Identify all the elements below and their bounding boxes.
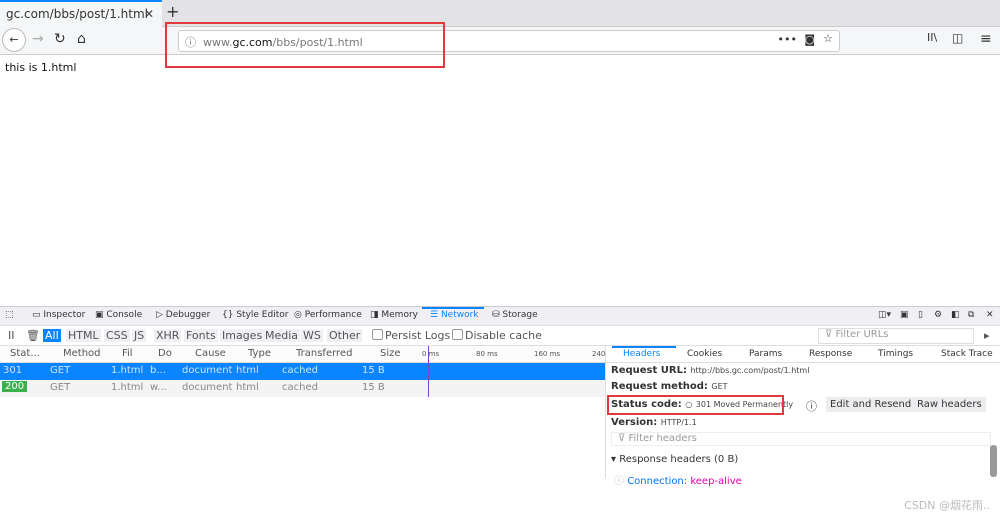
request-table-header: Stat... Method Fil Do Cause Type Transfe… [0,346,605,363]
clear-trash-icon[interactable]: 🗑 [24,329,42,342]
tab-strip: gc.com/bbs/post/1.html ✕ + [0,0,1000,28]
tab-cookies[interactable]: Cookies [687,349,722,359]
dock-options-icon[interactable]: ◫▾ [878,310,891,320]
timeline-tick: 0 ms [422,350,440,358]
active-tab-indicator [422,307,484,309]
filter-other[interactable]: Other [327,329,363,342]
devtools-toolbar: ⬚ ▭ Inspector ▣ Console ▷ Debugger {} St… [0,307,1000,326]
pocket-icon[interactable]: ◙ [804,33,815,46]
toggle-panel-icon[interactable]: ▸ [982,329,992,342]
home-button[interactable]: ⌂ [77,31,86,47]
timeline-marker [428,346,429,397]
filter-headers-input[interactable]: ⊽ Filter headers [611,432,991,446]
filter-xhr[interactable]: XHR [154,329,182,342]
library-icon[interactable]: II\ [927,31,937,44]
col-domain[interactable]: Do [158,348,172,359]
watermark: CSDN @烟花雨.. [904,499,990,512]
persist-logs-checkbox[interactable]: Persist Logs [370,329,452,342]
page-actions-icon[interactable]: ••• [778,33,797,46]
status-highlight-box [607,395,784,415]
page-content: this is 1.html [5,61,77,74]
filter-js[interactable]: JS [132,329,147,342]
network-filter-bar: II 🗑 All HTML CSS JS XHR Fonts Images Me… [0,326,1000,346]
tab-console[interactable]: ▣ Console [95,310,142,320]
timeline-tick: 80 ms [476,350,498,358]
new-tab-button[interactable]: + [166,2,179,21]
tab-params[interactable]: Params [749,349,782,359]
filter-html[interactable]: HTML [66,329,101,342]
tab-headers[interactable]: Headers [623,349,660,359]
filter-ws[interactable]: WS [301,329,323,342]
url-highlight-box [165,22,445,68]
details-tabs: Headers Cookies Params Response Timings … [606,346,1000,363]
bookmark-star-icon[interactable]: ☆ [823,32,833,45]
filter-media[interactable]: Media [263,329,301,342]
col-method[interactable]: Method [63,348,101,359]
request-url: Request URL: http://bbs.gc.com/post/1.ht… [611,365,810,376]
edit-and-resend-button[interactable]: Edit and Resend [826,397,916,412]
col-status[interactable]: Stat... [10,348,40,359]
scrollbar[interactable] [990,445,997,477]
request-method: Request method: GET [611,381,728,392]
tab-style-editor[interactable]: {} Style Editor [222,310,288,320]
col-type[interactable]: Type [248,348,271,359]
sidebar-icon[interactable]: ◫ [952,31,963,45]
tab-debugger[interactable]: ▷ Debugger [156,310,210,320]
disable-cache-checkbox[interactable]: Disable cache [450,329,544,342]
http-version: Version: HTTP/1.1 [611,417,697,428]
tab-storage[interactable]: ⛁ Storage [492,310,538,320]
tab-timings[interactable]: Timings [878,349,913,359]
timeline-tick: 240 [592,350,606,358]
tab-memory[interactable]: ◨ Memory [370,310,418,320]
forward-button[interactable]: → [32,31,44,47]
tab-title: gc.com/bbs/post/1.html [6,7,148,21]
separate-window-icon[interactable]: ⧉ [968,310,974,320]
col-cause[interactable]: Cause [195,348,226,359]
active-tab-indicator [612,346,676,348]
split-console-icon[interactable]: ▣ [900,310,909,320]
filter-fonts[interactable]: Fonts [184,329,218,342]
col-file[interactable]: Fil [122,348,133,359]
reload-button[interactable]: ↻ [54,31,66,47]
tab-performance[interactable]: ◎ Performance [294,310,362,320]
pick-element-icon[interactable]: ⬚ [5,310,14,320]
browser-tab[interactable]: gc.com/bbs/post/1.html ✕ [0,0,162,28]
tab-response[interactable]: Response [809,349,852,359]
filter-urls-input[interactable]: ⊽ Filter URLs [818,328,974,344]
tab-stack-trace[interactable]: Stack Trace [941,349,993,359]
filter-images[interactable]: Images [220,329,265,342]
response-headers-toggle[interactable]: ▾ Response headers (0 B) [611,454,738,465]
dock-side-icon[interactable]: ◧ [951,310,960,320]
request-row[interactable]: 301 GET 1.html b... document html cached… [0,363,605,380]
raw-headers-button[interactable]: Raw headers [913,397,986,412]
request-row[interactable]: 200 GET 1.html w... document html cached… [0,380,605,397]
settings-gear-icon[interactable]: ⚙ [934,310,942,320]
filter-all[interactable]: All [43,329,61,342]
col-size[interactable]: Size [380,348,401,359]
pause-icon[interactable]: II [6,329,17,342]
tab-inspector[interactable]: ▭ Inspector [32,310,85,320]
close-tab-icon[interactable]: ✕ [144,7,154,21]
devtools: ⬚ ▭ Inspector ▣ Console ▷ Debugger {} St… [0,306,1000,512]
timeline-tick: 160 ms [534,350,561,358]
header-connection: ⓘ Connection: keep-alive [614,476,742,487]
filter-css[interactable]: CSS [104,329,130,342]
close-devtools-icon[interactable]: ✕ [986,310,994,320]
back-button[interactable]: ← [2,28,26,52]
request-details-panel: Headers Cookies Params Response Timings … [605,346,1000,512]
nav-bar: ← → ↻ ⌂ ⓘ www.gc.com/bbs/post/1.html •••… [0,27,1000,55]
menu-icon[interactable]: ≡ [980,31,992,47]
tab-network[interactable]: ☰ Network [430,310,479,320]
help-icon[interactable]: ⓘ [806,398,817,414]
responsive-mode-icon[interactable]: ▯ [918,310,923,320]
col-transferred[interactable]: Transferred [296,348,352,359]
